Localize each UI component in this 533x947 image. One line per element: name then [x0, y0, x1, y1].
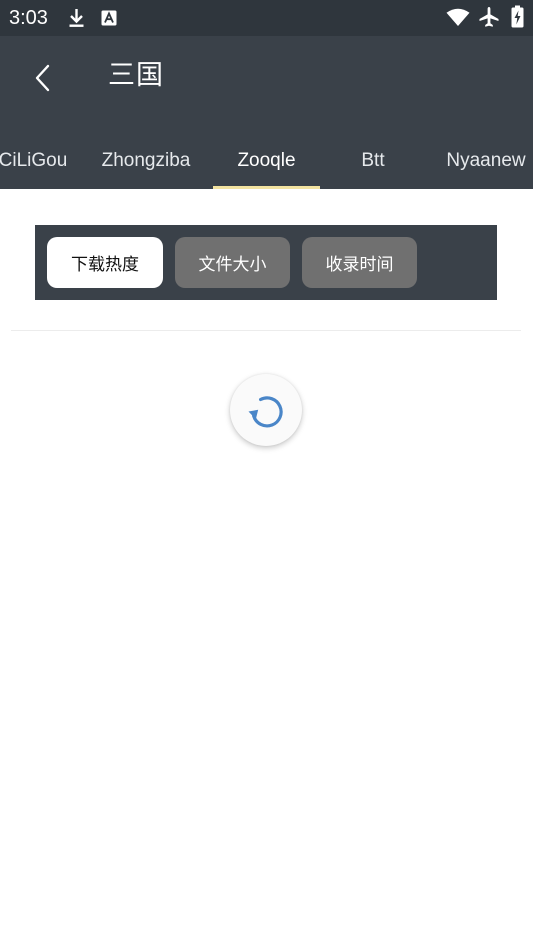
text-notification-icon: [101, 10, 117, 26]
header-bar: 三国 CiLiGou Zhongziba Zooqle Btt Nyaanew: [0, 36, 533, 189]
loading-spinner: [230, 374, 302, 446]
page-title: 三国: [108, 60, 164, 91]
battery-charging-icon: [511, 5, 524, 28]
refresh-spinner-icon: [248, 396, 283, 428]
tab-zooqle[interactable]: Zooqle: [213, 132, 320, 189]
sort-label: 文件大小: [198, 255, 267, 275]
sort-by-downloads-button[interactable]: 下载热度: [47, 237, 163, 288]
sort-label: 收录时间: [325, 255, 394, 275]
tab-label: Btt: [361, 149, 385, 171]
tab-label: CiLiGou: [0, 149, 68, 171]
tab-ciligou[interactable]: CiLiGou: [0, 132, 76, 189]
tab-zhongziba[interactable]: Zhongziba: [90, 132, 202, 189]
back-arrow-icon: [35, 64, 50, 92]
tab-label: Zooqle: [237, 149, 296, 171]
airplane-mode-icon: [479, 7, 499, 27]
status-bar: 3:03: [0, 0, 533, 36]
sort-by-size-button[interactable]: 文件大小: [175, 237, 290, 288]
wifi-icon: [446, 8, 470, 27]
app-screen: 3:03 三国 CiLiGou Zhongziba Zooqle Btt Nya…: [0, 0, 533, 947]
tab-nyaanew[interactable]: Nyaanew: [438, 132, 533, 189]
sort-label: 下载热度: [71, 255, 139, 275]
status-time: 3:03: [9, 7, 48, 29]
active-tab-indicator: [213, 186, 320, 189]
tab-label: Nyaanew: [446, 149, 526, 171]
back-button[interactable]: [22, 56, 62, 100]
download-icon: [69, 9, 84, 27]
divider: [11, 330, 521, 331]
sort-by-date-button[interactable]: 收录时间: [302, 237, 417, 288]
tab-label: Zhongziba: [101, 149, 191, 171]
sort-panel: 下载热度 文件大小 收录时间: [35, 225, 497, 300]
source-tabs: CiLiGou Zhongziba Zooqle Btt Nyaanew: [0, 132, 533, 189]
tab-btt[interactable]: Btt: [330, 132, 416, 189]
